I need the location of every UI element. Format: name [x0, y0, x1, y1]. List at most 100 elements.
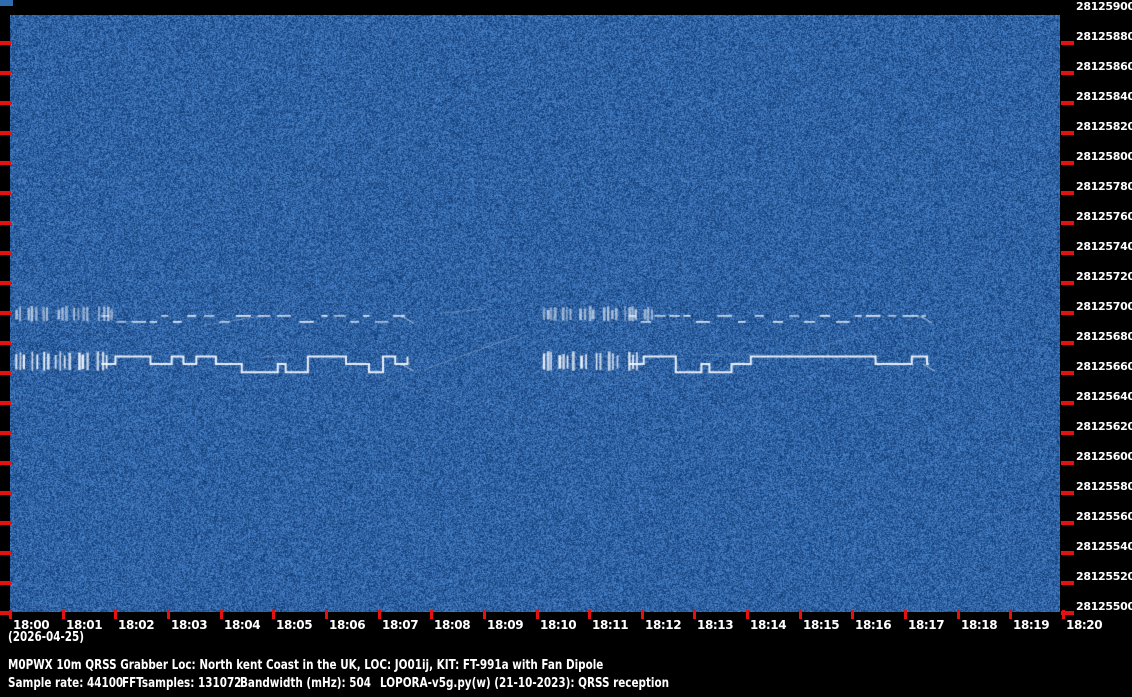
param-0: Sample rate: 44100 — [8, 676, 124, 691]
freq-label-28125700: 28125700 — [1076, 300, 1132, 313]
freq-tick-right — [1061, 581, 1074, 585]
freq-label-28125800: 28125800 — [1076, 150, 1132, 163]
time-tick — [167, 610, 170, 619]
freq-tick-left — [0, 401, 11, 405]
time-label-18:15: 18:15 — [803, 618, 840, 632]
freq-tick-left — [0, 551, 11, 555]
freq-tick-left — [0, 41, 11, 45]
freq-label-28125780: 28125780 — [1076, 180, 1132, 193]
time-tick — [588, 610, 591, 619]
time-tick — [1009, 610, 1012, 619]
time-tick — [220, 610, 223, 619]
time-tick — [536, 610, 539, 619]
time-label-18:09: 18:09 — [487, 618, 524, 632]
freq-tick-left — [0, 491, 11, 495]
freq-label-28125860: 28125860 — [1076, 60, 1132, 73]
freq-label-28125620: 28125620 — [1076, 420, 1132, 433]
time-tick — [272, 610, 275, 619]
freq-tick-right — [1061, 311, 1074, 315]
freq-label-28125740: 28125740 — [1076, 240, 1132, 253]
freq-tick-right — [1061, 521, 1074, 525]
freq-tick-left — [0, 281, 11, 285]
freq-tick-right — [1061, 281, 1074, 285]
freq-label-28125820: 28125820 — [1076, 120, 1132, 133]
freq-tick-right — [1061, 491, 1074, 495]
time-label-18:07: 18:07 — [382, 618, 419, 632]
freq-tick-left — [0, 221, 11, 225]
time-tick — [904, 610, 907, 619]
time-tick — [62, 610, 65, 619]
freq-tick-left — [0, 131, 11, 135]
freq-label-28125560: 28125560 — [1076, 510, 1132, 523]
freq-tick-right — [1061, 251, 1074, 255]
time-label-18:06: 18:06 — [329, 618, 366, 632]
freq-tick-right — [1061, 101, 1074, 105]
freq-label-28125640: 28125640 — [1076, 390, 1132, 403]
freq-tick-right — [1061, 371, 1074, 375]
freq-label-28125680: 28125680 — [1076, 330, 1132, 343]
freq-tick-right — [1061, 161, 1074, 165]
freq-tick-left — [0, 311, 11, 315]
time-label-18:08: 18:08 — [434, 618, 471, 632]
time-tick — [693, 610, 696, 619]
time-tick — [851, 610, 854, 619]
freq-tick-right — [1061, 71, 1074, 75]
station-info-line: M0PWX 10m QRSS Grabber Loc: North kent C… — [8, 658, 604, 673]
time-tick — [325, 610, 328, 619]
freq-label-28125580: 28125580 — [1076, 480, 1132, 493]
freq-label-28125840: 28125840 — [1076, 90, 1132, 103]
freq-tick-left — [0, 461, 11, 465]
time-tick — [957, 610, 960, 619]
time-tick — [430, 610, 433, 619]
freq-tick-left — [0, 341, 11, 345]
freq-tick-left — [0, 161, 11, 165]
spectrogram-waterfall — [10, 15, 1060, 612]
param-1: FFTsamples: 131072 — [122, 676, 242, 691]
date-label: (2026-04-25) — [8, 630, 85, 645]
freq-tick-right — [1061, 431, 1074, 435]
time-label-18:04: 18:04 — [224, 618, 261, 632]
time-tick — [746, 610, 749, 619]
time-label-18:12: 18:12 — [645, 618, 682, 632]
qrss-grabber-screen: 28125900 28125880 28125860 28125840 28125820… — [0, 0, 1132, 697]
time-tick — [483, 610, 486, 619]
param-2: Bandwidth (mHz): 504 — [240, 676, 371, 691]
freq-label-28125720: 28125720 — [1076, 270, 1132, 283]
freq-label-28125600: 28125600 — [1076, 450, 1132, 463]
freq-label-28125660: 28125660 — [1076, 360, 1132, 373]
freq-tick-left — [0, 251, 11, 255]
time-label-18:05: 18:05 — [276, 618, 313, 632]
freq-tick-right — [1061, 341, 1074, 345]
freq-tick-right — [1061, 191, 1074, 195]
freq-tick-left — [0, 101, 11, 105]
time-label-18:17: 18:17 — [908, 618, 945, 632]
freq-label-28125900: 28125900 — [1076, 0, 1132, 13]
freq-label-28125880: 28125880 — [1076, 30, 1132, 43]
time-label-18:13: 18:13 — [697, 618, 734, 632]
freq-tick-left — [0, 371, 11, 375]
freq-tick-left — [0, 431, 11, 435]
time-label-18:03: 18:03 — [171, 618, 208, 632]
freq-tick-right — [1061, 221, 1074, 225]
freq-tick-left — [0, 521, 11, 525]
time-label-18:02: 18:02 — [118, 618, 155, 632]
freq-label-28125520: 28125520 — [1076, 570, 1132, 583]
time-tick — [378, 610, 381, 619]
freq-tick-left — [0, 71, 11, 75]
time-label-18:14: 18:14 — [750, 618, 787, 632]
time-label-18:19: 18:19 — [1013, 618, 1050, 632]
freq-tick-right — [1061, 41, 1074, 45]
param-3: LOPORA-v5g.py(w) (21-10-2023): QRSS rece… — [380, 676, 670, 691]
edge-artifact — [0, 0, 13, 6]
freq-tick-right — [1061, 461, 1074, 465]
freq-tick-right — [1061, 131, 1074, 135]
time-tick — [114, 610, 117, 619]
time-tick — [9, 610, 12, 619]
freq-label-28125760: 28125760 — [1076, 210, 1132, 223]
time-label-18:20: 18:20 — [1066, 618, 1103, 632]
time-tick — [799, 610, 802, 619]
freq-label-28125500: 28125500 — [1076, 600, 1132, 613]
time-label-18:16: 18:16 — [855, 618, 892, 632]
freq-tick-right — [1061, 611, 1074, 615]
freq-tick-right — [1061, 551, 1074, 555]
